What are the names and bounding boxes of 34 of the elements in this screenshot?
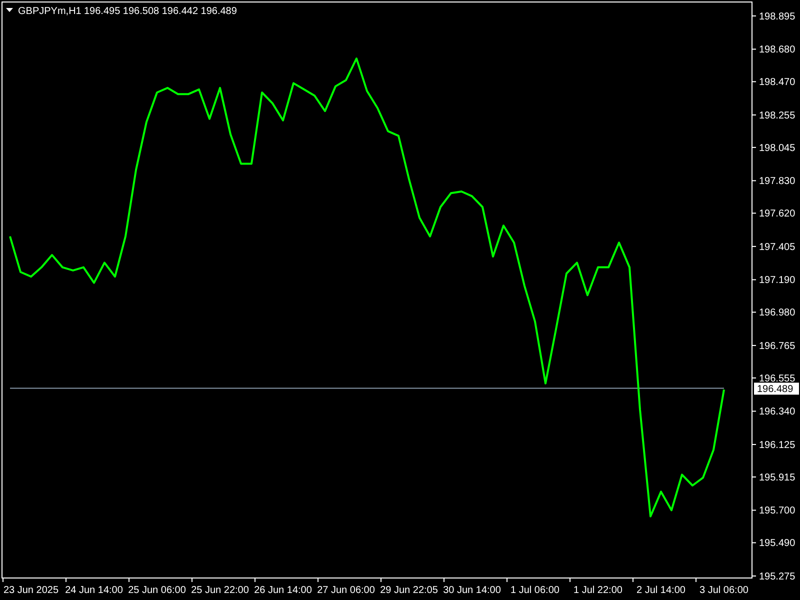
price-axis-label: 195.915 bbox=[759, 472, 796, 484]
price-axis-label: 196.125 bbox=[759, 440, 796, 451]
time-axis-label: 30 Jun 14:00 bbox=[443, 585, 501, 596]
time-axis-label: 25 Jun 06:00 bbox=[128, 585, 186, 596]
time-axis-label: 1 Jul 06:00 bbox=[510, 585, 560, 596]
time-axis-label: 29 Jun 22:05 bbox=[380, 585, 438, 596]
time-axis-label: 23 Jun 2025 bbox=[3, 585, 59, 596]
time-axis-label: 26 Jun 14:00 bbox=[254, 585, 312, 596]
price-axis-label: 195.275 bbox=[759, 572, 796, 582]
time-axis-label: 1 Jul 22:00 bbox=[574, 585, 622, 596]
price-axis-label: 195.700 bbox=[759, 506, 796, 517]
price-axis-label: 197.405 bbox=[759, 242, 796, 253]
symbol-title: GBPJPYm,H1 bbox=[18, 6, 82, 17]
ohlc-quotes: 196.495 196.508 196.442 196.489 bbox=[84, 6, 237, 17]
price-axis-label: 196.765 bbox=[759, 340, 796, 352]
price-axis-label: 195.490 bbox=[759, 538, 796, 550]
time-axis-label: 3 Jul 06:00 bbox=[700, 585, 748, 596]
price-axis-label: 197.620 bbox=[759, 208, 796, 220]
time-axis-label: 27 Jun 06:00 bbox=[317, 585, 375, 596]
price-axis-label: 196.980 bbox=[759, 308, 796, 319]
price-axis-label: 198.470 bbox=[759, 77, 796, 88]
price-axis-label: 196.555 bbox=[759, 373, 796, 384]
price-axis-label: 196.340 bbox=[759, 406, 796, 418]
price-axis-label: 198.045 bbox=[759, 142, 796, 154]
time-axis-label: 24 Jun 14:00 bbox=[65, 585, 123, 596]
price-axis-label: 197.830 bbox=[759, 176, 796, 188]
price-axis-label: 198.255 bbox=[759, 110, 796, 122]
time-axis-label: 25 Jun 22:00 bbox=[191, 585, 249, 596]
dropdown-triangle-icon[interactable] bbox=[6, 8, 13, 12]
price-axis-label: 197.190 bbox=[759, 275, 796, 286]
time-axis-label: 2 Jul 14:00 bbox=[636, 585, 686, 596]
current-price-label: 196.489 bbox=[754, 382, 799, 396]
price-axis-label: 198.895 bbox=[759, 11, 796, 22]
price-axis-label: 198.680 bbox=[759, 44, 796, 56]
